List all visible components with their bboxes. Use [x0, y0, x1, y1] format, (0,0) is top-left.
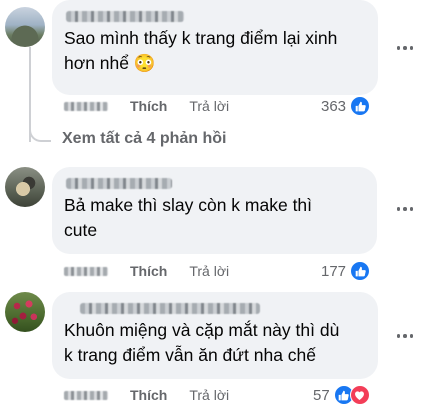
- commenter-name-redacted[interactable]: [64, 175, 365, 193]
- comment-text: Khuôn miệng và cặp mắt này thì dù k tran…: [64, 318, 366, 368]
- comment-text-line: hơn nhể 😳: [64, 53, 156, 73]
- avatar[interactable]: [5, 7, 45, 47]
- comment-text-line: Sao mình thấy k trang điểm lại xinh: [64, 28, 338, 48]
- like-button[interactable]: Thích: [130, 98, 167, 114]
- more-options-button[interactable]: [394, 326, 416, 346]
- comment-bubble: Sao mình thấy k trang điểm lại xinh hơn …: [52, 0, 378, 95]
- comment-text: Bả make thì slay còn k make thì cute: [64, 193, 365, 243]
- avatar[interactable]: [5, 167, 45, 207]
- view-all-replies-link[interactable]: Xem tất cả 4 phản hồi: [62, 130, 226, 148]
- like-icon: [350, 261, 371, 281]
- reply-button[interactable]: Trả lời: [189, 263, 229, 279]
- comment-text-line: Khuôn miệng và cặp mắt này thì dù: [64, 320, 340, 340]
- reaction-summary[interactable]: 177: [321, 260, 371, 282]
- love-icon: [349, 385, 370, 405]
- reaction-summary[interactable]: 57: [313, 384, 370, 406]
- comment-bubble: Khuôn miệng và cặp mắt này thì dù k tran…: [52, 292, 378, 379]
- comment-text: Sao mình thấy k trang điểm lại xinh hơn …: [64, 26, 366, 76]
- commenter-name-redacted[interactable]: [64, 8, 366, 26]
- comment-text-line: cute: [64, 220, 98, 240]
- timestamp-redacted[interactable]: [64, 390, 108, 400]
- like-button[interactable]: Thích: [130, 263, 167, 279]
- comment-actions: Thích Trả lời: [64, 96, 229, 116]
- more-options-button[interactable]: [394, 38, 416, 58]
- like-button[interactable]: Thích: [130, 387, 167, 403]
- reaction-count: 177: [321, 262, 347, 280]
- reaction-count: 363: [321, 97, 347, 115]
- timestamp-redacted[interactable]: [64, 101, 108, 111]
- reply-button[interactable]: Trả lời: [189, 98, 229, 114]
- thread-elbow: [29, 126, 51, 142]
- comment-bubble: Bả make thì slay còn k make thì cute: [52, 167, 377, 254]
- reply-button[interactable]: Trả lời: [189, 387, 229, 403]
- comment-actions: Thích Trả lời: [64, 385, 229, 405]
- like-icon: [350, 96, 371, 116]
- more-options-button[interactable]: [394, 199, 416, 219]
- comment-text-line: Bả make thì slay còn k make thì: [64, 195, 313, 215]
- reaction-count: 57: [313, 386, 330, 404]
- avatar[interactable]: [5, 292, 45, 332]
- commenter-name-redacted[interactable]: [64, 300, 366, 318]
- timestamp-redacted[interactable]: [64, 266, 108, 276]
- reaction-summary[interactable]: 363: [321, 95, 371, 117]
- comment-text-line: k trang điểm vẫn ăn đứt nha chế: [64, 345, 317, 365]
- comment-actions: Thích Trả lời: [64, 261, 229, 281]
